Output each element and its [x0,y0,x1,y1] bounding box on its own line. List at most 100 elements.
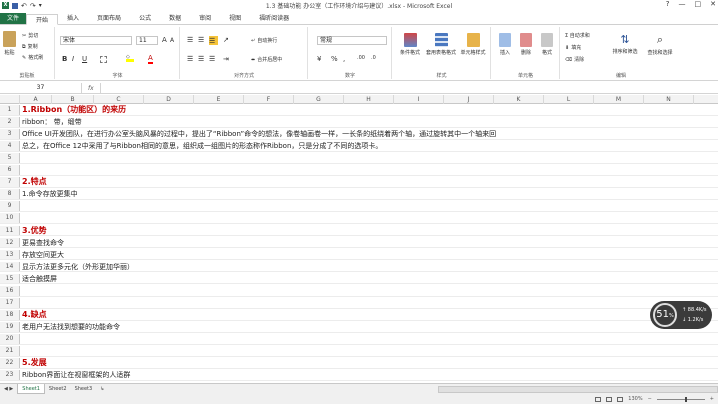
row-number[interactable]: 1 [0,105,20,115]
italic-button[interactable]: I [72,55,74,63]
cell-text[interactable]: 存放空间更大 [22,250,64,260]
cut-button[interactable]: ✂ 剪切 [22,32,38,40]
row-number[interactable]: 7 [0,177,20,188]
customize-qa-icon[interactable]: ▾ [39,2,42,9]
row-number[interactable]: 11 [0,225,20,236]
shrink-font-button[interactable]: A [170,37,174,44]
align-right-icon[interactable]: ☰ [209,55,215,63]
cell-text[interactable]: 适合触摸屏 [22,274,57,284]
find-select-button[interactable]: ⌕ 查找和选择 [643,33,677,56]
cell-text[interactable]: 3.优势 [22,226,47,236]
delete-cells-button[interactable]: 删除 [516,33,536,56]
grow-font-button[interactable]: A [162,36,167,44]
normal-view-icon[interactable] [595,396,602,402]
wrap-text-button[interactable]: ↵ 自动换行 [251,37,277,45]
name-box[interactable]: 37 [0,83,82,93]
clear-button[interactable]: ⌫ 清除 [565,56,584,64]
column-header[interactable]: D [144,95,194,104]
tab-view[interactable]: 视图 [220,13,250,24]
underline-button[interactable]: U [82,55,87,63]
align-bottom-icon[interactable]: ☰ [209,36,218,45]
column-header[interactable]: C [94,95,144,104]
row-number[interactable]: 19 [0,321,20,332]
number-format-select[interactable]: 常规 [317,36,387,45]
tab-formulas[interactable]: 公式 [130,13,160,24]
row-number[interactable]: 15 [0,273,20,284]
page-layout-view-icon[interactable] [606,396,613,402]
zoom-in-button[interactable]: + [710,396,714,402]
font-size-select[interactable]: 11 [136,36,158,45]
indent-icon[interactable]: ⇥ [223,55,229,63]
column-header[interactable]: G [294,95,344,104]
increase-decimal-icon[interactable]: .00 [357,55,365,61]
tab-review[interactable]: 审阅 [190,13,220,24]
row-number[interactable]: 16 [0,285,20,296]
font-name-select[interactable]: 宋体 [60,36,132,45]
row-number[interactable]: 22 [0,358,20,368]
tab-home[interactable]: 开始 [26,14,59,25]
insert-cells-button[interactable]: 插入 [495,33,515,56]
row-number[interactable]: 5 [0,153,20,163]
new-sheet-icon[interactable]: ↳ [96,384,108,394]
column-header[interactable]: K [494,95,544,104]
row-number[interactable]: 20 [0,333,20,344]
column-header[interactable]: J [444,95,494,104]
sheet-tab-1[interactable]: Sheet1 [17,384,45,394]
column-header[interactable]: I [394,95,444,104]
currency-icon[interactable]: ¥ [317,55,321,63]
cell-styles-button[interactable]: 单元格样式 [458,33,488,56]
borders-icon[interactable] [100,56,107,63]
align-left-icon[interactable]: ☰ [187,55,193,63]
orientation-icon[interactable]: ↗ [223,36,229,44]
row-number[interactable]: 6 [0,165,20,176]
align-middle-icon[interactable]: ☰ [198,36,204,44]
bold-button[interactable]: B [62,55,67,63]
row-number[interactable]: 2 [0,117,20,127]
column-header[interactable]: N [644,95,694,104]
column-header[interactable]: E [194,95,244,104]
row-number[interactable]: 17 [0,297,20,308]
conditional-format-button[interactable]: 条件格式 [396,33,424,56]
column-header[interactable]: H [344,95,394,104]
cell-text[interactable]: 5.发展 [22,358,47,368]
zoom-slider[interactable] [656,396,705,402]
sheet-tab-3[interactable]: Sheet3 [71,384,97,394]
cell-text[interactable]: 老用户无法找到想要的功能命令 [22,322,120,332]
cell-text[interactable]: 2.特点 [22,177,47,187]
tab-file[interactable]: 文件 [0,13,27,24]
column-header[interactable]: F [244,95,294,104]
row-number[interactable]: 18 [0,309,20,320]
format-as-table-button[interactable]: 套用表格格式 [426,33,456,56]
fill-button[interactable]: ⬇ 填充 [565,44,581,52]
zoom-out-button[interactable]: − [648,396,652,402]
tab-page-layout[interactable]: 页面布局 [88,13,130,24]
sort-filter-button[interactable]: ⇅ 排序和筛选 [609,33,641,55]
save-icon[interactable] [12,2,18,9]
row-number[interactable]: 23 [0,370,20,380]
tab-data[interactable]: 数据 [160,13,190,24]
row-number[interactable]: 13 [0,249,20,260]
zoom-level[interactable]: 130% [628,396,642,402]
tab-insert[interactable]: 插入 [58,13,88,24]
cell-text[interactable]: 4.缺点 [22,310,47,320]
merge-center-button[interactable]: ⬌ 合并后居中 [251,56,282,64]
cell-text[interactable]: ribbon： 带，缎带 [22,117,82,127]
column-header[interactable]: A [20,95,52,104]
column-header[interactable]: M [594,95,644,104]
row-number[interactable]: 10 [0,213,20,224]
formula-input[interactable] [99,83,718,93]
cell-text[interactable]: 总之，在Office 12中采用了与Ribbon相同的意思，组织成一组图片的形态… [22,141,382,151]
align-center-icon[interactable]: ☰ [198,55,204,63]
minimize-button[interactable]: — [679,0,686,8]
sheet-tab-2[interactable]: Sheet2 [45,384,71,394]
cell-text[interactable]: 1.命令存放更集中 [22,189,78,199]
cell-text[interactable]: 1.Ribbon（功能区）的来历 [22,105,126,115]
align-top-icon[interactable]: ☰ [187,36,193,44]
row-number[interactable]: 3 [0,129,20,139]
row-number[interactable]: 12 [0,237,20,248]
column-header[interactable]: B [52,95,94,104]
select-all-corner[interactable] [0,95,20,104]
format-painter-button[interactable]: ✎ 格式刷 [22,54,43,62]
tab-foxit[interactable]: 福昕阅读器 [250,13,298,24]
row-number[interactable]: 21 [0,346,20,356]
